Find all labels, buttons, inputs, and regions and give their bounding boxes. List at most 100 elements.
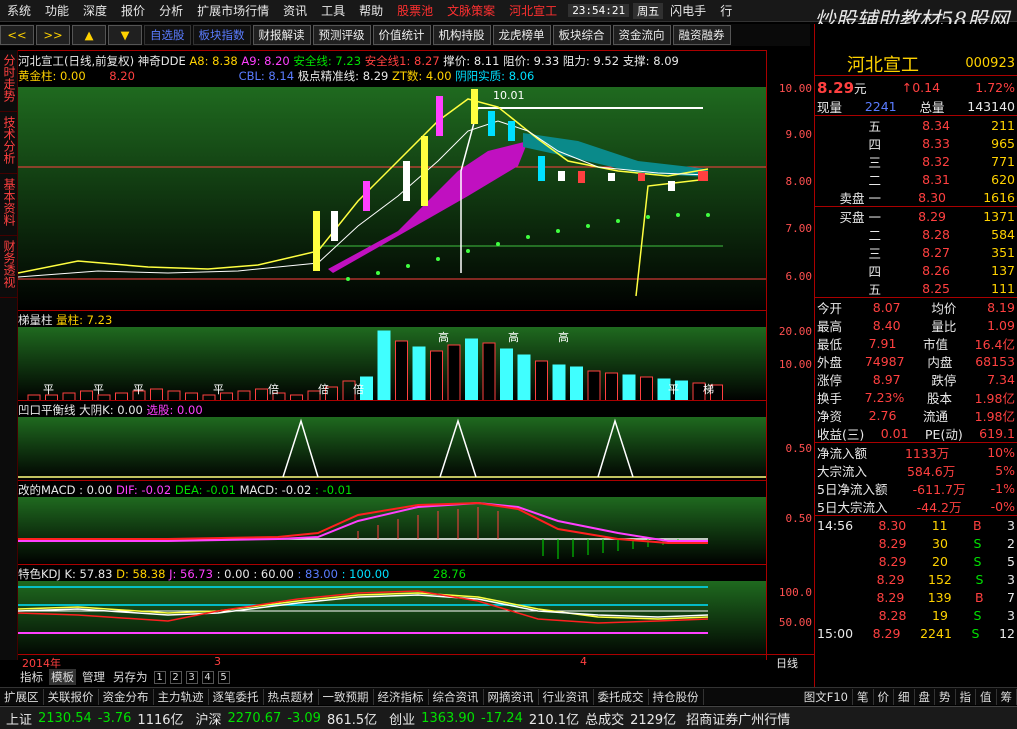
indicator-tab-3[interactable]: 另存为 [111,669,150,685]
bar-price: 撑价: 8.11 [443,54,500,68]
tick-side: S [971,625,980,641]
toolbar-button-4[interactable]: 龙虎榜单 [492,25,551,45]
info-right-tab-5[interactable]: 势 [935,688,956,705]
volume-label: 高 [508,330,519,344]
stat-value: 8.07 [872,299,901,315]
axis-vol-1: 10.00 [778,358,812,371]
volume-bar [622,374,636,401]
info-tab-0[interactable]: 扩展区 [0,688,44,705]
ticker-chg-1: -3.09 [287,710,321,726]
info-right-tab-7[interactable]: 值 [976,688,997,705]
info-tab-3[interactable]: 主力轨迹 [154,688,209,705]
left-tab-3[interactable]: 财务透视 [0,236,19,298]
flows-table: 净流入额 1133万 10% 大宗流入 584.6万 5% 5日净流入额 -611.7万 -1%… [815,443,1017,516]
tick-price: 8.29 [876,589,905,605]
menu-item-8[interactable]: 帮助 [352,2,390,19]
ticker-amt-1: 861.5亿 [326,712,378,728]
bid-level: 五 [868,281,881,297]
tick-price: 8.29 [872,625,901,641]
menu-item-5[interactable]: 扩展市场行情 [190,2,276,19]
page-button-1[interactable]: 2 [169,670,182,684]
nav-button-1[interactable]: >> [36,25,70,45]
ticker-name-2: 创业 [389,712,416,728]
info-tab-8[interactable]: 综合资讯 [429,688,484,705]
page-button-3[interactable]: 4 [201,670,214,684]
volume-row: 现量 2241 总量 143140 [815,98,1017,116]
macd-v1: : -0.01 [315,483,353,497]
toolbar-button-0[interactable]: 财报解读 [252,25,311,45]
blue-tab-0[interactable]: 自选股 [144,25,191,45]
page-button-2[interactable]: 3 [185,670,198,684]
menu-item-2[interactable]: 深度 [76,2,114,19]
volume-bar [395,340,408,401]
chart-area: 10.01 河北宣工(日线,前复权) 神奇DDE A8: 8.38 A9: 8.… [18,50,766,661]
indicator-tab-2[interactable]: 管理 [80,669,107,685]
stat-value: 0.01 [880,425,909,441]
menu-item-6[interactable]: 资讯 [276,2,314,19]
toolbar-button-1[interactable]: 预测评级 [312,25,371,45]
ask-row: 卖盘 一 8.30 1616 [815,188,1017,206]
menu-item-3[interactable]: 报价 [114,2,152,19]
left-tab-0[interactable]: 分时走势 [0,50,19,112]
nav-button-2[interactable]: ▲ [72,25,106,45]
info-right-tab-8[interactable]: 筹 [997,688,1017,705]
left-tab-1[interactable]: 技术分析 [0,112,19,174]
info-tab-1[interactable]: 关联报价 [44,688,99,705]
axis-price-0: 10.00 [778,82,812,95]
toolbar-button-3[interactable]: 机构持股 [432,25,491,45]
page-button-4[interactable]: 5 [217,670,230,684]
info-tab-2[interactable]: 资金分布 [99,688,154,705]
bid-level: 买盘 一 [839,209,881,225]
info-tab-12[interactable]: 持仓股份 [649,688,704,705]
info-right-tab-1[interactable]: 笔 [853,688,874,705]
ask-level: 四 [868,136,881,152]
toolbar-button-5[interactable]: 板块综合 [552,25,611,45]
tick-side: S [975,571,984,587]
menu-item-0[interactable]: 系统 [0,2,38,19]
info-right-tab-0[interactable]: 图文F10 [800,688,853,705]
menu-red-item-1[interactable]: 文脉策案 [440,2,502,19]
info-tab-10[interactable]: 行业资讯 [539,688,594,705]
info-tab-9[interactable]: 网摘资讯 [484,688,539,705]
right-axis: 10.00 9.00 8.00 7.00 6.00 20.00 10.00 0.… [766,50,814,660]
nav-button-3[interactable]: ▼ [108,25,142,45]
tick-time: 14:56 [817,517,854,533]
info-right-tab-6[interactable]: 指 [956,688,976,705]
stat-value: 619.1 [979,425,1015,441]
menu-red-item-2[interactable]: 河北宣工 [502,2,564,19]
price-svg: 10.01 [18,87,766,311]
info-tab-11[interactable]: 委托成交 [594,688,649,705]
tick-volume: 152 [928,571,952,587]
info-right-tab-3[interactable]: 细 [894,688,915,705]
info-tab-5[interactable]: 热点题材 [264,688,319,705]
nav-button-0[interactable]: << [0,25,34,45]
tick-count: 12 [999,625,1015,641]
menu-item-4[interactable]: 分析 [152,2,190,19]
stat-row: 今开 8.07 均价 8.19 [815,298,1017,316]
info-right-tab-2[interactable]: 价 [874,688,894,705]
page-button-0[interactable]: 1 [153,670,166,684]
menu-item-1[interactable]: 功能 [38,2,76,19]
toolbar-button-2[interactable]: 价值统计 [372,25,431,45]
stat-label: 股本 [926,390,952,406]
now-vol-value: 2241 [864,99,897,114]
quote-header: 河北宣工 000923 [815,52,1017,76]
menu-item-7[interactable]: 工具 [314,2,352,19]
flow-pct: 10% [987,444,1015,460]
blue-tab-1[interactable]: 板块指数 [192,25,251,45]
bid-price: 8.29 [918,208,947,224]
tick-row: 8.29 152 S 3 [815,570,1017,588]
left-tab-2[interactable]: 基本资料 [0,174,19,236]
info-tab-7[interactable]: 经济指标 [374,688,429,705]
volume-svg: 平 平 平 平 倍 倍 倍 高 高 高平 梯 [18,327,766,401]
indicator-tab-1[interactable]: 模板 [49,669,76,685]
volume-label: 倍 [318,382,329,396]
tick-count: 5 [1007,553,1015,569]
info-tab-4[interactable]: 逐笔委托 [209,688,264,705]
tick-volume: 139 [927,589,952,605]
indicator-tab-0[interactable]: 指标 [18,669,45,685]
tick-row: 8.29 30 S 2 [815,534,1017,552]
info-right-tab-4[interactable]: 盘 [915,688,935,705]
menu-red-item-0[interactable]: 股票池 [390,2,440,19]
info-tab-6[interactable]: 一致预期 [319,688,374,705]
